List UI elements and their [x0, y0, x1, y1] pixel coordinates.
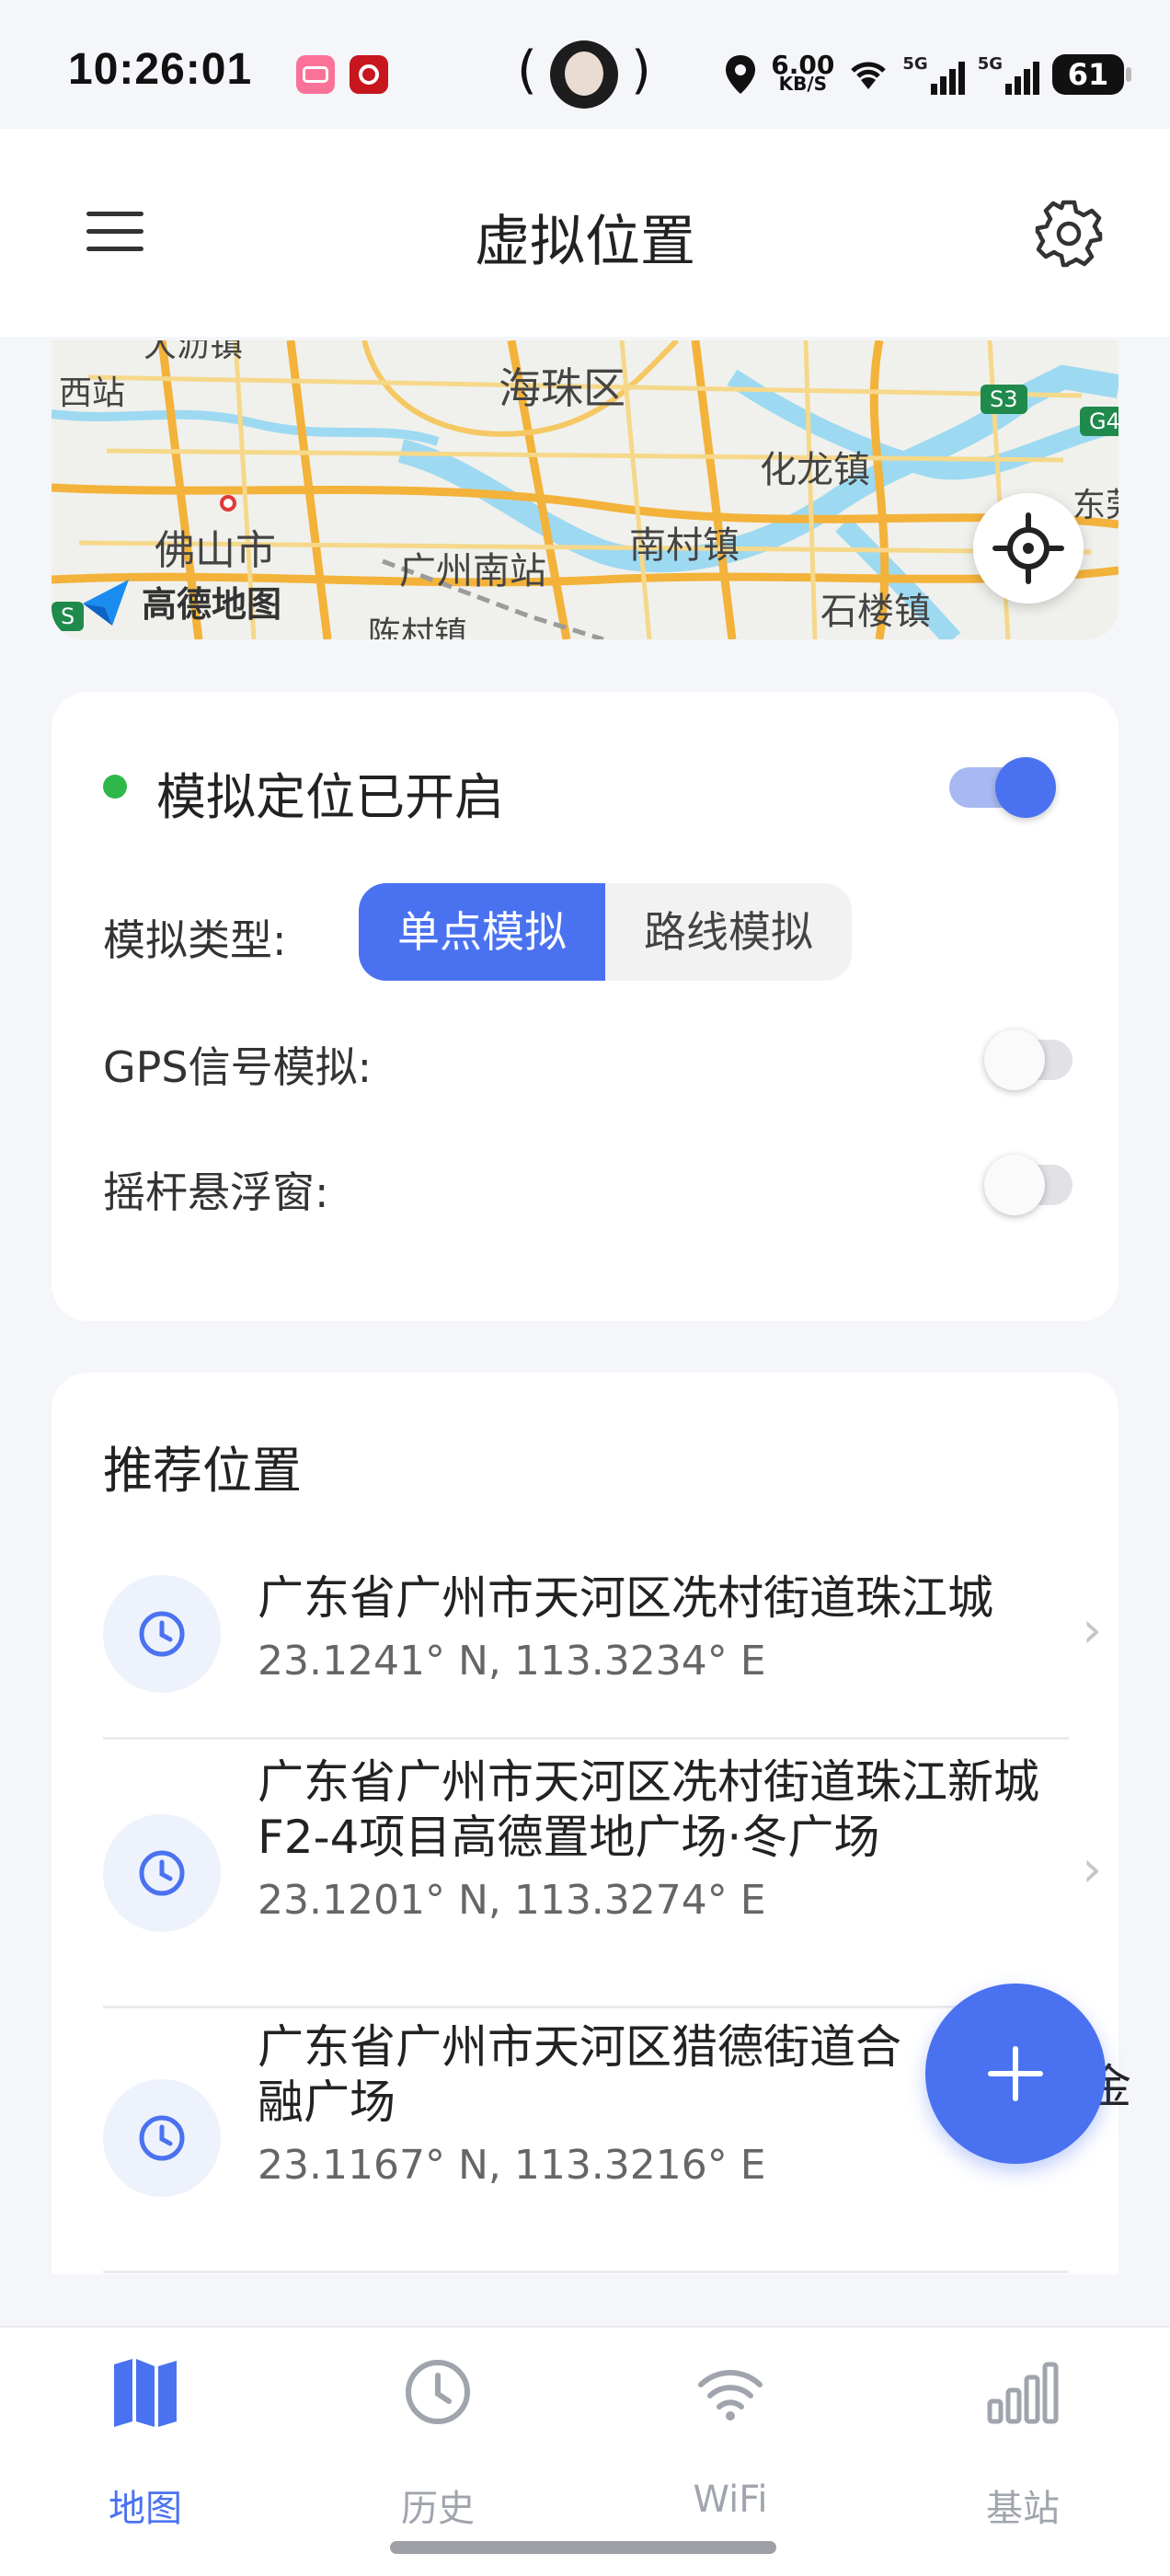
bottom-nav: 地图 历史 WiFi 基站	[0, 2326, 1170, 2576]
map-icon	[114, 2359, 177, 2427]
map-label: 石楼镇	[820, 591, 931, 633]
cell-tower-bars-icon	[987, 2362, 1059, 2424]
gps-signal-label: GPS信号模拟:	[103, 1042, 373, 1092]
amap-logo: 高德地图	[77, 572, 281, 629]
location-coords: 23.1167° N, 113.3216° E	[258, 2142, 766, 2189]
location-coords: 23.1201° N, 113.3274° E	[258, 1877, 766, 1924]
map-label: 广州南站	[399, 550, 546, 592]
road-badge: G4	[1080, 407, 1118, 436]
clock-icon	[103, 2079, 221, 2197]
signal-bar	[1024, 69, 1030, 95]
nav-label: 基站	[986, 2488, 1060, 2530]
status-time: 10:26:01	[68, 45, 253, 94]
signal-5g-1: 5G	[902, 54, 965, 95]
divider	[103, 2271, 1069, 2273]
amap-arrow-icon	[83, 580, 129, 626]
net-speed-unit: KB/S	[778, 73, 828, 95]
map-label: 南村镇	[629, 524, 740, 567]
wifi-status-icon	[851, 62, 887, 89]
map-label: 海珠区	[499, 363, 625, 413]
location-name-line2: F2-4项目高德置地广场·冬广场	[258, 1811, 880, 1864]
map-label: 化龙镇	[760, 449, 870, 491]
net-speed-value: 6.00	[771, 50, 835, 80]
signal-5g-2: 5G	[978, 54, 1039, 95]
signal-bar	[948, 69, 956, 95]
home-indicator[interactable]	[390, 2541, 776, 2554]
sim-type-label: 模拟类型:	[103, 915, 287, 965]
paren-right: )	[631, 40, 651, 100]
nav-label: WiFi	[693, 2478, 768, 2521]
location-coords: 23.1241° N, 113.3234° E	[258, 1638, 766, 1685]
clock-icon	[406, 2360, 470, 2424]
signal-bar	[958, 62, 965, 95]
net-speed: 6.00 KB/S	[771, 50, 835, 95]
recommended-title: 推荐位置	[103, 1442, 302, 1500]
joystick-label: 摇杆悬浮窗:	[103, 1167, 329, 1217]
divider	[103, 1737, 1069, 1740]
page-title: 虚拟位置	[475, 210, 695, 274]
clock-icon	[103, 1814, 221, 1932]
sim-type-route[interactable]: 路线模拟	[605, 883, 852, 981]
location-name: 广东省广州市天河区冼村街道珠江城	[258, 1571, 993, 1625]
wifi-icon	[698, 2370, 763, 2421]
location-name-line1: 广东省广州市天河区冼村街道珠江新城	[258, 1755, 1039, 1809]
nav-map[interactable]: 地图	[53, 2355, 237, 2539]
divider	[103, 2006, 1069, 2008]
status-indicator-dot	[103, 775, 127, 799]
map-view[interactable]: 大沥镇 西站 海珠区 S3 G4 化龙镇 东莞 佛山市 南村镇 广州南站 石楼镇…	[52, 340, 1118, 639]
nav-cell-tower[interactable]: 基站	[931, 2355, 1115, 2539]
simulation-status-label: 模拟定位已开启	[156, 768, 504, 826]
signal-bar	[939, 76, 946, 95]
chevron-right-icon: ›	[1082, 1840, 1102, 1898]
map-label: 东莞	[1072, 487, 1118, 524]
chevron-right-icon: ›	[1082, 1601, 1102, 1659]
signal-label: 5G	[902, 54, 928, 74]
avatar-icon	[550, 40, 618, 109]
battery-icon: 61	[1052, 54, 1131, 95]
nav-history[interactable]: 历史	[346, 2355, 530, 2539]
bank-app-icon	[350, 55, 388, 94]
signal-bar	[930, 84, 937, 95]
paren-left: (	[517, 40, 537, 100]
map-label: 佛山市	[155, 527, 276, 574]
signal-label: 5G	[977, 54, 1003, 74]
status-indicators: 6.00 KB/S 5G 5G 61	[723, 50, 1131, 98]
nav-wifi[interactable]: WiFi	[638, 2355, 822, 2539]
location-pin-icon	[726, 55, 756, 94]
gear-icon[interactable]	[1034, 199, 1104, 269]
signal-bar	[1015, 76, 1021, 95]
sim-type-segmented: 单点模拟 路线模拟	[359, 883, 852, 981]
crosshair-locate-icon[interactable]	[973, 493, 1084, 604]
bilibili-app-icon	[296, 55, 335, 94]
road-badge: S3	[981, 385, 1027, 414]
signal-bar	[1033, 62, 1039, 95]
nav-label: 历史	[401, 2488, 475, 2530]
nav-label: 地图	[109, 2488, 182, 2530]
clock-icon	[103, 1575, 221, 1693]
map-label: 陈村镇	[368, 615, 468, 639]
status-bar: 10:26:01 ( ) 6.00 KB/S 5G 5G 61	[0, 0, 1170, 129]
sim-type-single-point[interactable]: 单点模拟	[359, 883, 605, 981]
app-bar: 虚拟位置	[0, 129, 1170, 337]
amap-logo-text: 高德地图	[142, 583, 282, 625]
map-label: 大沥镇	[143, 340, 244, 364]
map-label: 西站	[59, 374, 126, 412]
signal-bar	[1005, 84, 1012, 95]
add-location-fab[interactable]	[925, 1984, 1106, 2164]
simulation-card: 模拟定位已开启 模拟类型: 单点模拟 路线模拟 GPS信号模拟: 摇杆悬浮窗:	[52, 692, 1118, 1321]
